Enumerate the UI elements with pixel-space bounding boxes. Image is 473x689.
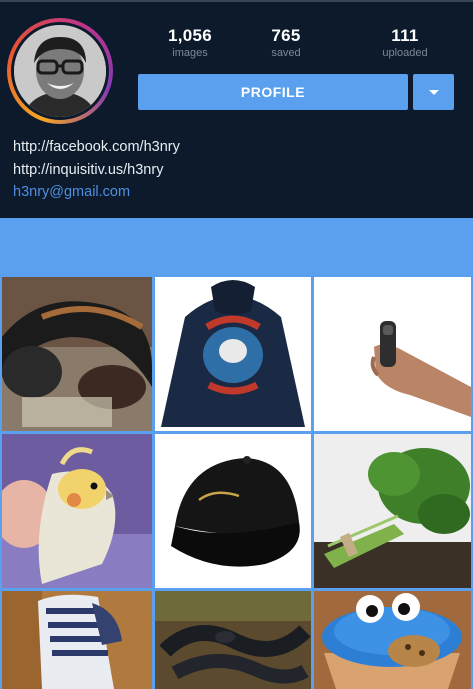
- stat-uploaded-count: 111: [391, 26, 419, 45]
- hand-device-image: [314, 277, 471, 431]
- grid-tile-headphones[interactable]: [2, 277, 152, 431]
- stat-images[interactable]: 1,056 images: [144, 26, 236, 59]
- cilantro-image: [314, 434, 471, 588]
- stat-saved-count: 765: [271, 26, 301, 45]
- profile-stats: 1,056 images 765 saved 111 uploaded: [130, 26, 470, 66]
- portrait-image: [14, 25, 106, 117]
- cap-image: [155, 434, 311, 588]
- facebook-link[interactable]: http://facebook.com/h3nry: [13, 136, 180, 159]
- image-grid: [0, 275, 473, 689]
- grid-tile-cupcake[interactable]: [314, 591, 471, 689]
- grid-tile-sneakers[interactable]: [2, 591, 152, 689]
- stat-images-count: 1,056: [167, 26, 213, 45]
- profile-button[interactable]: PROFILE: [138, 74, 408, 110]
- grid-tile-hoodie[interactable]: [155, 277, 311, 431]
- tab-bar: [0, 218, 473, 275]
- email-link[interactable]: h3nry@gmail.com: [13, 181, 180, 204]
- stat-uploaded[interactable]: 111 uploaded: [364, 26, 446, 59]
- stat-images-label: images: [172, 47, 208, 59]
- avatar-photo: [14, 25, 106, 117]
- headphones-image: [2, 277, 152, 431]
- hoodie-image: [155, 277, 311, 431]
- grid-tile-hand-device[interactable]: [314, 277, 471, 431]
- stat-saved-label: saved: [271, 47, 301, 59]
- profile-dropdown-button[interactable]: [413, 74, 454, 110]
- grid-tile-cockatiel[interactable]: [2, 434, 152, 588]
- website-link[interactable]: http://inquisitiv.us/h3nry: [13, 159, 180, 182]
- stat-saved[interactable]: 765 saved: [246, 26, 326, 59]
- sneakers-image: [2, 591, 152, 689]
- cupcake-image: [314, 591, 471, 689]
- avatar[interactable]: [7, 18, 113, 124]
- grid-tile-cap[interactable]: [155, 434, 311, 588]
- cockatiel-image: [2, 434, 152, 588]
- profile-links: http://facebook.com/h3nry http://inquisi…: [13, 136, 180, 204]
- grid-tile-snake[interactable]: [155, 591, 311, 689]
- grid-tile-cilantro[interactable]: [314, 434, 471, 588]
- chevron-down-icon: [429, 90, 439, 95]
- profile-header: 1,056 images 765 saved 111 uploaded PROF…: [0, 0, 473, 218]
- stat-uploaded-label: uploaded: [382, 47, 428, 59]
- snake-image: [155, 591, 311, 689]
